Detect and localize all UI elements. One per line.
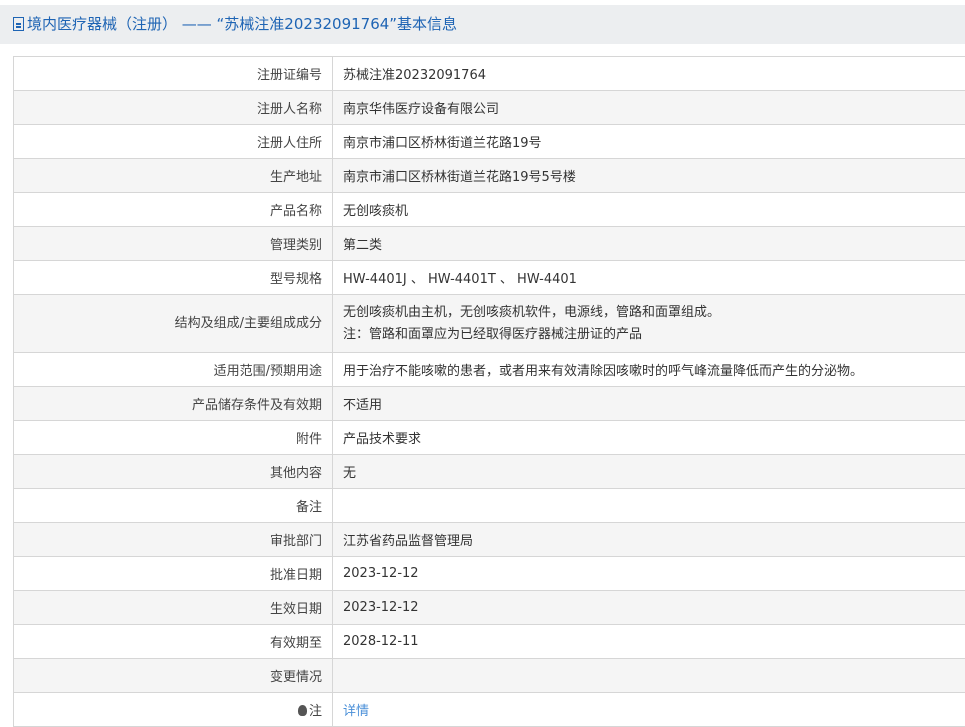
table-row: 其他内容无 [14, 455, 965, 489]
table-row: 生效日期 2023-12-12 [14, 591, 965, 625]
row-label: 附件 [14, 421, 333, 455]
table-row: 审批部门江苏省药品监督管理局 [14, 523, 965, 557]
row-label: 管理类别 [14, 227, 333, 261]
label-text: 管理类别 [270, 238, 322, 253]
label-text: 审批部门 [270, 534, 322, 549]
row-label: 注册人名称 [14, 91, 333, 125]
label-text: 注册人住所 [257, 136, 322, 151]
row-value: 南京市浦口区桥林街道兰花路19号5号楼 [333, 159, 965, 193]
table-row: 管理类别第二类 [14, 227, 965, 261]
lightbulb-icon [298, 705, 307, 716]
table-row: 适用范围/预期用途用于治疗不能咳嗽的患者，或者用来有效清除因咳嗽时的呼气峰流量降… [14, 353, 965, 387]
row-value: 第二类 [333, 227, 965, 261]
table-row: 注 详情 [14, 693, 965, 727]
row-label: 产品名称 [14, 193, 333, 227]
row-value: 详情 [333, 693, 965, 727]
row-value: 不适用 [333, 387, 965, 421]
table-row: 批准日期 2023-12-12 [14, 557, 965, 591]
label-text: 生产地址 [270, 170, 322, 185]
label-text: 产品储存条件及有效期 [192, 398, 322, 413]
table-row: 备注 [14, 489, 965, 523]
row-label: 结构及组成/主要组成成分 [14, 295, 333, 353]
row-label: 注 [14, 693, 333, 727]
label-text: 注册人名称 [257, 102, 322, 117]
table-row: 产品名称无创咳痰机 [14, 193, 965, 227]
label-text: 产品名称 [270, 204, 322, 219]
table-row: 结构及组成/主要组成成分无创咳痰机由主机，无创咳痰机软件，电源线，管路和面罩组成… [14, 295, 965, 353]
row-label: 适用范围/预期用途 [14, 353, 333, 387]
table-row: 注册证编号苏械注准20232091764 [14, 57, 965, 91]
row-value: 南京市浦口区桥林街道兰花路19号 [333, 125, 965, 159]
row-label: 审批部门 [14, 523, 333, 557]
label-text: 有效期至 [270, 636, 322, 651]
info-table: 注册证编号苏械注准20232091764注册人名称南京华伟医疗设备有限公司注册人… [13, 56, 965, 727]
row-value: 2023-12-12 [333, 557, 965, 591]
label-text: 批准日期 [270, 568, 322, 583]
row-label: 生效日期 [14, 591, 333, 625]
value-line: 无创咳痰机由主机，无创咳痰机软件，电源线，管路和面罩组成。 [343, 302, 962, 324]
row-label: 批准日期 [14, 557, 333, 591]
table-row: 有效期至 2028-12-11 [14, 625, 965, 659]
row-label: 其他内容 [14, 455, 333, 489]
label-text: 注册证编号 [257, 68, 322, 83]
table-row: 附件产品技术要求 [14, 421, 965, 455]
row-value: 2023-12-12 [333, 591, 965, 625]
row-label: 型号规格 [14, 261, 333, 295]
row-label: 备注 [14, 489, 333, 523]
table-row: 注册人名称南京华伟医疗设备有限公司 [14, 91, 965, 125]
page-title: 境内医疗器械（注册） —— “苏械注准20232091764”基本信息 [27, 15, 457, 33]
label-text: 备注 [296, 500, 322, 515]
label-text: 变更情况 [270, 670, 322, 685]
label-text: 注 [309, 704, 322, 719]
row-value: 无 [333, 455, 965, 489]
label-text: 结构及组成/主要组成成分 [175, 316, 322, 331]
row-value: 无创咳痰机由主机，无创咳痰机软件，电源线，管路和面罩组成。注：管路和面罩应为已经… [333, 295, 965, 353]
table-row: 产品储存条件及有效期不适用 [14, 387, 965, 421]
label-text: 附件 [296, 432, 322, 447]
row-value: HW-4401J 、 HW-4401T 、 HW-4401 [333, 261, 965, 295]
value-note: 注：管路和面罩应为已经取得医疗器械注册证的产品 [343, 324, 962, 346]
row-value: 苏械注准20232091764 [333, 57, 965, 91]
row-value: 无创咳痰机 [333, 193, 965, 227]
label-text: 生效日期 [270, 602, 322, 617]
page-header: 境内医疗器械（注册） —— “苏械注准20232091764”基本信息 [0, 5, 965, 44]
row-value [333, 489, 965, 523]
label-text: 型号规格 [270, 272, 322, 287]
details-link[interactable]: 详情 [343, 704, 369, 719]
table-row: 注册人住所南京市浦口区桥林街道兰花路19号 [14, 125, 965, 159]
table-row: 生产地址南京市浦口区桥林街道兰花路19号5号楼 [14, 159, 965, 193]
row-label: 产品储存条件及有效期 [14, 387, 333, 421]
row-value: 南京华伟医疗设备有限公司 [333, 91, 965, 125]
row-label: 有效期至 [14, 625, 333, 659]
label-text: 其他内容 [270, 466, 322, 481]
row-value: 用于治疗不能咳嗽的患者，或者用来有效清除因咳嗽时的呼气峰流量降低而产生的分泌物。 [333, 353, 965, 387]
document-icon [13, 17, 24, 31]
row-value: 2028-12-11 [333, 625, 965, 659]
table-row: 型号规格 HW-4401J 、 HW-4401T 、 HW-4401 [14, 261, 965, 295]
row-label: 注册证编号 [14, 57, 333, 91]
table-row: 变更情况 [14, 659, 965, 693]
row-value [333, 659, 965, 693]
label-text: 适用范围/预期用途 [214, 364, 322, 379]
row-label: 注册人住所 [14, 125, 333, 159]
row-label: 生产地址 [14, 159, 333, 193]
row-value: 江苏省药品监督管理局 [333, 523, 965, 557]
row-value: 产品技术要求 [333, 421, 965, 455]
row-label: 变更情况 [14, 659, 333, 693]
